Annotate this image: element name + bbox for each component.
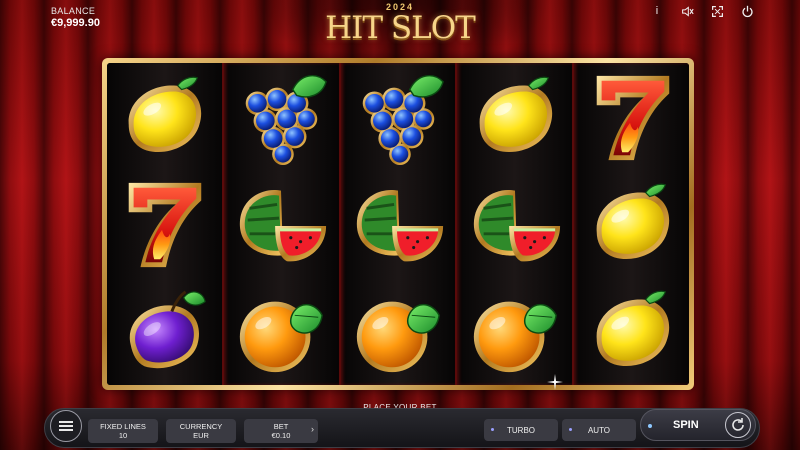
watermelon-icon	[232, 175, 330, 273]
reel-5	[572, 63, 689, 385]
reel-3	[338, 63, 456, 385]
currency-display: CURRENCY EUR	[166, 419, 236, 443]
spin-indicator	[648, 424, 652, 428]
symbol-cell	[457, 170, 572, 277]
symbol-cell	[341, 278, 456, 385]
watermelon-icon	[466, 175, 564, 273]
hamburger-icon	[59, 425, 73, 427]
lines-label: FIXED LINES	[100, 422, 146, 431]
symbol-cell	[224, 170, 339, 277]
turbo-button[interactable]: TURBO	[484, 419, 558, 441]
fullscreen-icon[interactable]	[710, 4, 724, 18]
symbol-cell	[107, 170, 222, 277]
symbol-cell	[341, 170, 456, 277]
game-logo: 2024 HIT SLOT	[320, 2, 480, 48]
symbol-cell	[574, 278, 689, 385]
bet-label: BET	[273, 422, 289, 431]
sparkle-icon	[547, 374, 563, 390]
plum-icon	[115, 282, 213, 380]
symbol-cell	[107, 278, 222, 385]
orange-icon	[232, 282, 330, 380]
spin-label: SPIN	[673, 419, 699, 431]
auto-button[interactable]: AUTO	[562, 419, 636, 441]
reel-2	[221, 63, 339, 385]
orange-icon	[466, 282, 564, 380]
symbol-cell	[574, 63, 689, 170]
reel-1	[107, 63, 222, 385]
turbo-indicator	[491, 428, 494, 431]
info-icon[interactable]: i	[650, 4, 664, 18]
symbol-cell	[341, 63, 456, 170]
symbol-cell	[224, 278, 339, 385]
orange-icon	[349, 282, 447, 380]
refresh-icon	[725, 412, 751, 438]
chevron-right-icon[interactable]: ›	[311, 425, 314, 434]
lemon-icon	[466, 68, 564, 166]
symbol-cell	[574, 170, 689, 277]
reel-area	[107, 63, 689, 385]
currency-value: EUR	[193, 431, 209, 440]
menu-button[interactable]	[50, 410, 82, 442]
bet-value: €0.10	[271, 431, 291, 440]
fixed-lines-display: FIXED LINES 10	[88, 419, 158, 443]
bet-selector[interactable]: BET €0.10 ›	[244, 419, 318, 443]
symbol-cell	[457, 278, 572, 385]
lines-value: 10	[118, 431, 128, 440]
reel-4	[455, 63, 573, 385]
top-icon-bar: i	[650, 4, 754, 18]
logo-title: HIT SLOT	[325, 10, 476, 46]
lemon-icon	[583, 282, 681, 380]
watermelon-icon	[349, 175, 447, 273]
reel-frame	[102, 58, 694, 390]
symbol-cell	[457, 63, 572, 170]
currency-label: CURRENCY	[179, 422, 223, 431]
seven-icon	[115, 175, 213, 273]
grapes-icon	[232, 68, 330, 166]
balance-label: BALANCE	[51, 6, 96, 16]
auto-label: AUTO	[587, 425, 611, 435]
power-icon[interactable]	[740, 4, 754, 18]
sound-icon[interactable]	[680, 4, 694, 18]
lemon-icon	[115, 68, 213, 166]
spin-button[interactable]: SPIN	[640, 409, 756, 441]
grapes-icon	[349, 68, 447, 166]
turbo-label: TURBO	[507, 425, 535, 435]
balance-value: €9,999.90	[51, 17, 100, 29]
auto-indicator	[569, 428, 572, 431]
seven-icon	[583, 68, 681, 166]
symbol-cell	[107, 63, 222, 170]
lemon-icon	[583, 175, 681, 273]
symbol-cell	[224, 63, 339, 170]
